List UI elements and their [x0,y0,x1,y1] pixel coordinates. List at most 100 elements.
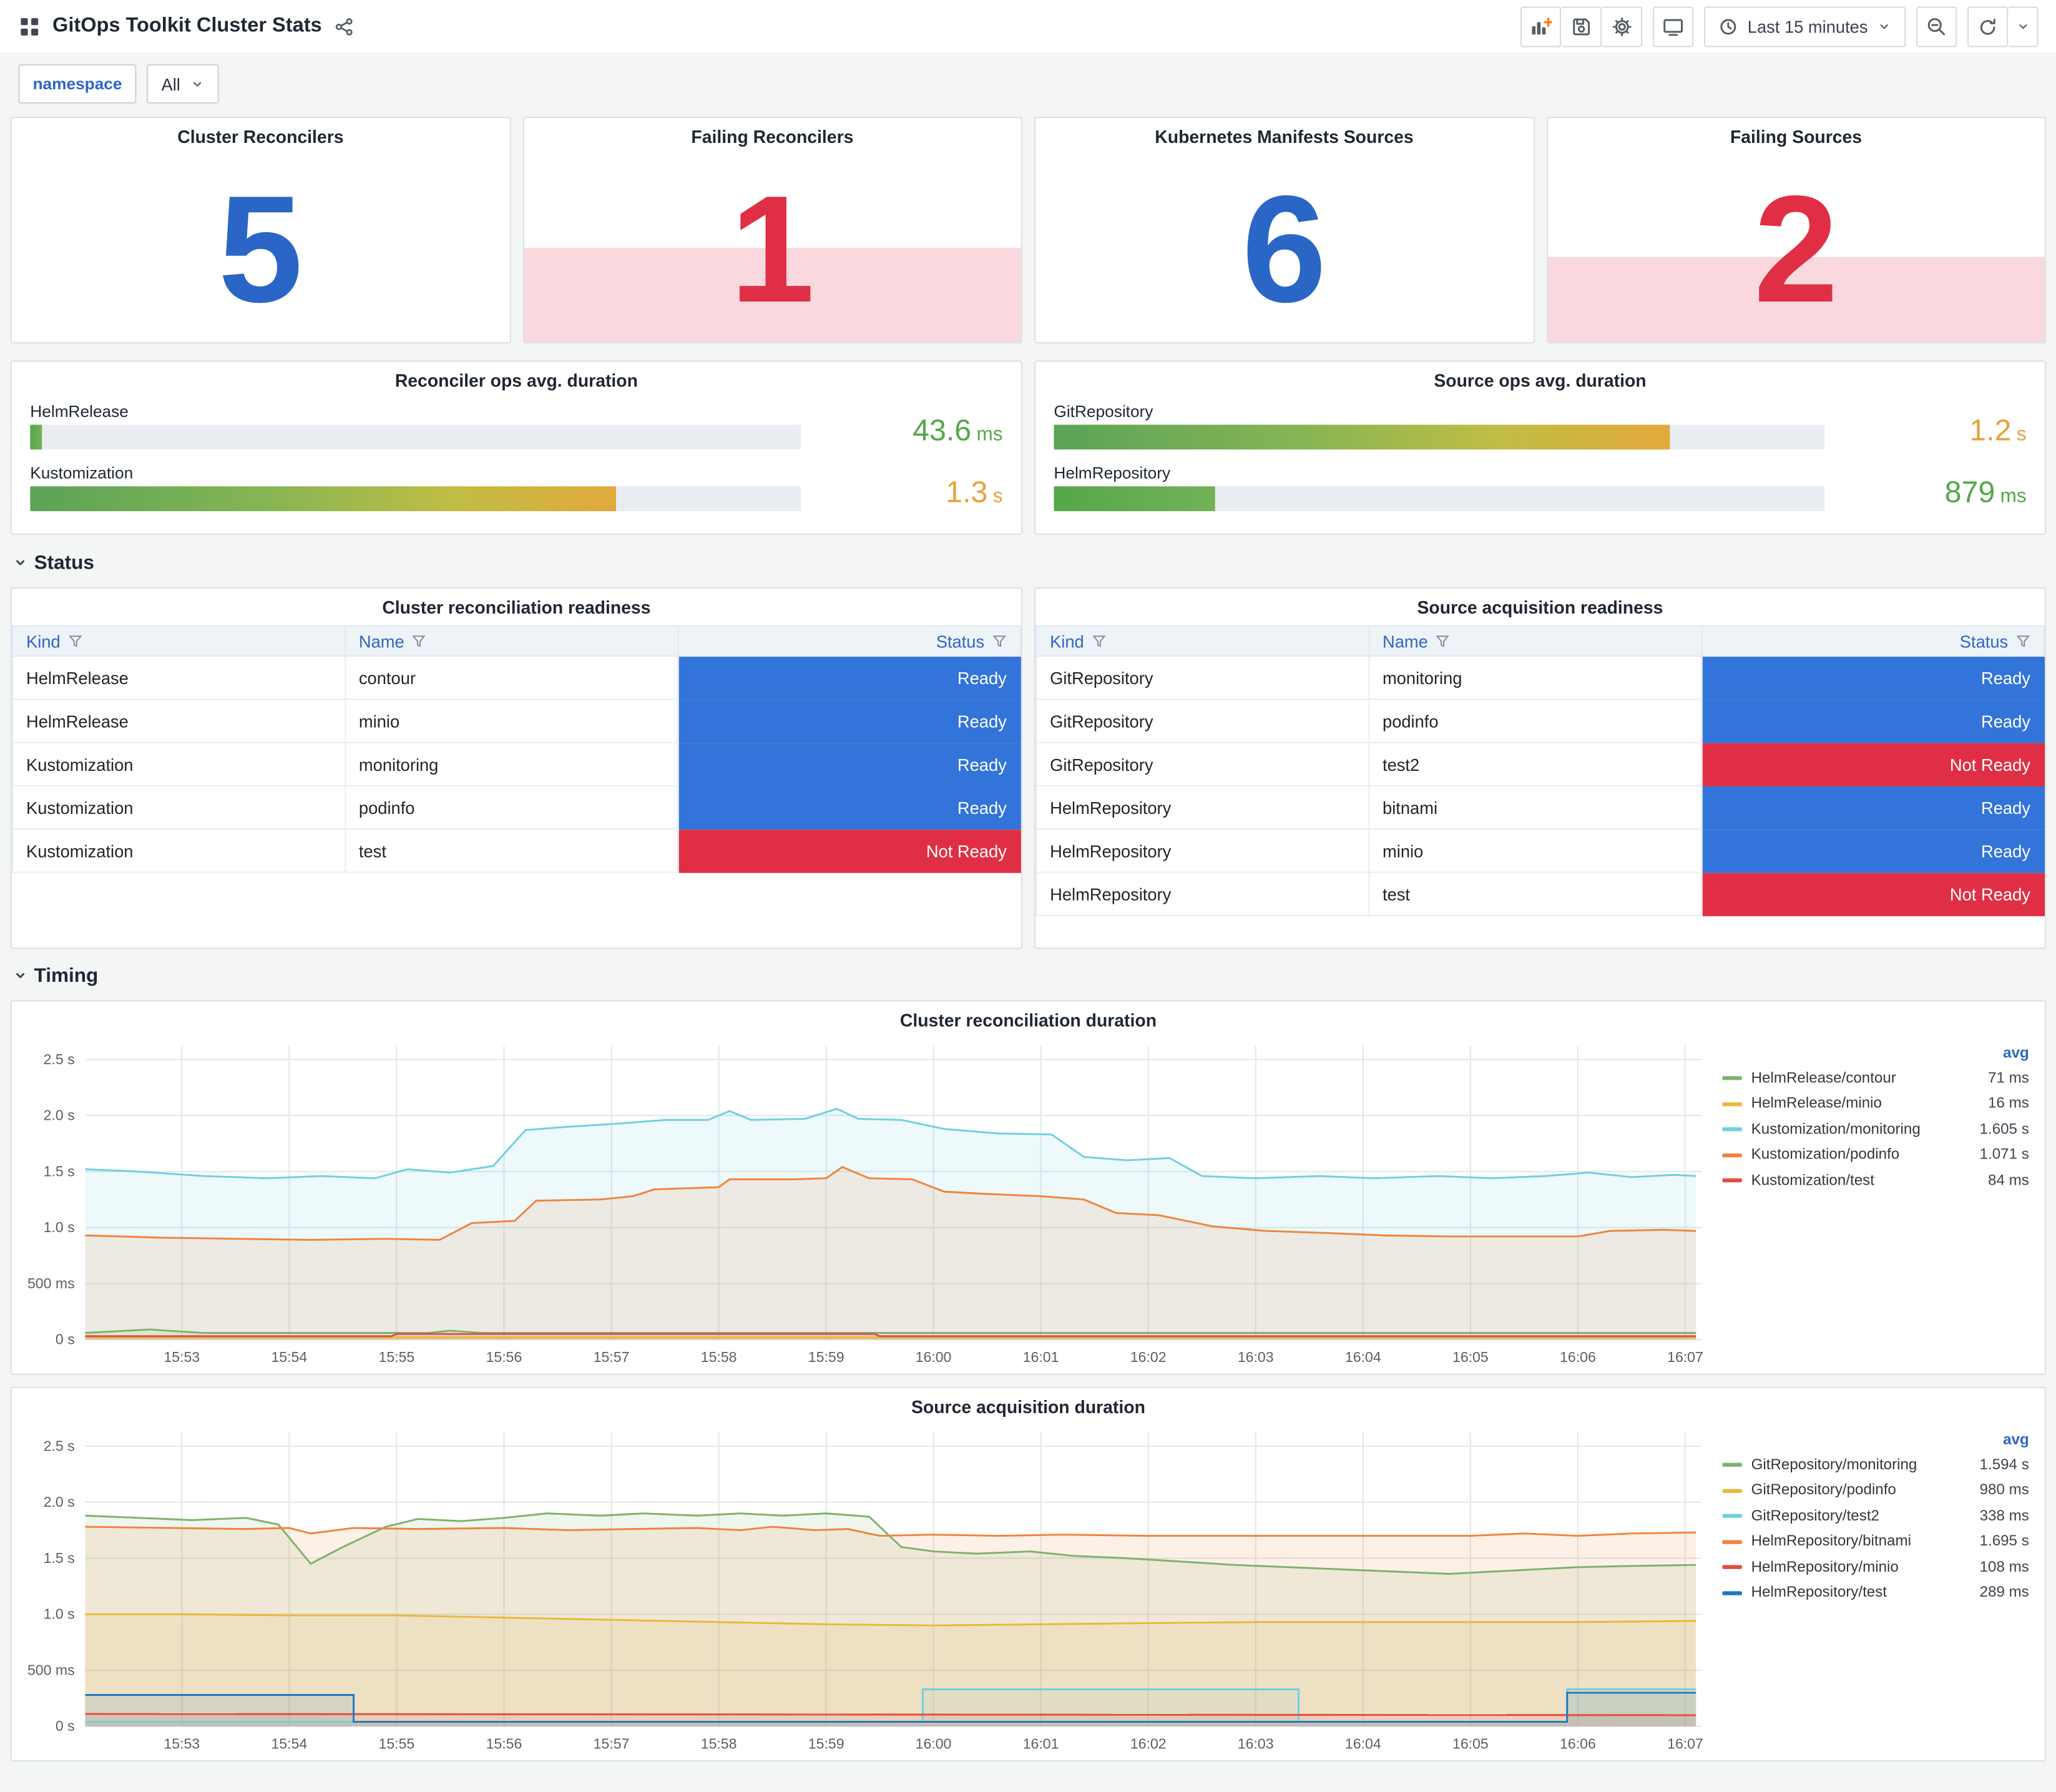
gauge-label: Kustomization [30,464,134,482]
svg-text:15:56: 15:56 [486,1735,522,1751]
dashboard-grid-icon[interactable] [18,15,41,37]
series-avg-value: 1.071 s [1979,1147,2029,1163]
column-header-status[interactable]: Status [1700,625,2045,657]
panel-title[interactable]: Source acquisition readiness [1035,589,2045,625]
legend-item[interactable]: HelmRelease/contour 71 ms [1722,1065,2029,1091]
save-dashboard-button[interactable] [1561,6,1602,47]
plot-area[interactable]: 0 s 500 ms 1.0 s 1.5 s 2.0 s 2.5 s 15:53 15:54 1… [19,1038,1709,1368]
panel-title[interactable]: Kubernetes Manifests Sources [1035,118,1533,155]
panel-title[interactable]: Source acquisition duration [12,1388,2045,1425]
status-badge: Ready [1701,656,2044,700]
share-icon[interactable] [334,16,354,36]
cell-kind: GitRepository [1035,655,1370,700]
table-row: GitRepository monitoring Ready [1035,655,2044,700]
stats-row: Cluster Reconcilers 5 Failing Reconciler… [10,116,2047,344]
panel-title[interactable]: Cluster reconciliation duration [12,1001,2045,1038]
cycle-view-mode-button[interactable] [1653,6,1694,47]
filter-icon[interactable] [412,634,426,648]
gauge-value: 879 ms [1944,474,2027,509]
series-avg-value: 289 ms [1979,1585,2029,1601]
status-badge: Ready [1701,699,2044,743]
chevron-down-icon [1880,24,1888,29]
legend-item[interactable]: Kustomization/test 84 ms [1722,1168,2029,1193]
filter-icon[interactable] [2016,634,2030,648]
column-header-kind[interactable]: Kind [1035,625,1370,657]
series-avg-value: 338 ms [1979,1508,2029,1524]
cell-kind: HelmRepository [1035,871,1370,916]
refresh-button[interactable] [1967,6,2009,47]
refresh-interval-dropdown[interactable] [2008,6,2039,47]
plot-area[interactable]: 0 s 500 ms 1.0 s 1.5 s 2.0 s 2.5 s 15:53 15:54 1… [19,1425,1709,1755]
cell-kind: GitRepository [1035,698,1370,743]
table-row: GitRepository test2 Not Ready [1035,742,2044,786]
svg-text:16:05: 16:05 [1452,1349,1489,1365]
legend-item[interactable]: GitRepository/podinfo 980 ms [1722,1478,2029,1504]
column-header-kind[interactable]: Kind [11,625,346,657]
legend-item[interactable]: Kustomization/podinfo 1.071 s [1722,1142,2029,1168]
panel-title[interactable]: Failing Reconcilers [524,118,1021,155]
stat-panel-cluster-reconcilers: Cluster Reconcilers 5 [10,116,511,344]
panel-title[interactable]: Failing Sources [1547,118,2045,155]
filter-icon[interactable] [992,634,1007,648]
legend-item[interactable]: HelmRelease/minio 16 ms [1722,1091,2029,1117]
series-name: HelmRepository/minio [1751,1559,1899,1575]
legend-item[interactable]: HelmRepository/minio 108 ms [1722,1555,2029,1580]
row-toggle-status[interactable]: Status [13,552,2044,574]
legend-sort-avg[interactable]: avg [1722,1432,2029,1448]
legend-item[interactable]: HelmRepository/bitnami 1.695 s [1722,1529,2029,1555]
tables-row: Cluster reconciliation readiness Kind Na… [10,587,2047,949]
table-panel-cluster-reconciliation-readiness: Cluster reconciliation readiness Kind Na… [10,587,1022,949]
stat-panel-failing-reconcilers: Failing Reconcilers 1 [522,116,1022,344]
variable-value-dropdown[interactable]: All [147,64,218,104]
svg-text:16:01: 16:01 [1023,1349,1059,1365]
status-badge: Not Ready [1701,742,2044,786]
cell-name: monitoring [1368,655,1702,700]
variable-label-namespace[interactable]: namespace [18,64,137,104]
dashboard-settings-button[interactable] [1602,6,1643,47]
legend-item[interactable]: Kustomization/monitoring 1.605 s [1722,1117,2029,1142]
svg-text:16:07: 16:07 [1667,1735,1703,1751]
series-color-dash [1722,1463,1742,1467]
legend-item[interactable]: GitRepository/test2 338 ms [1722,1504,2029,1529]
column-header-name[interactable]: Name [1368,625,1702,657]
svg-text:16:00: 16:00 [916,1349,952,1365]
filter-icon[interactable] [1092,634,1106,648]
add-panel-button[interactable] [1520,6,1562,47]
legend-item[interactable]: GitRepository/monitoring 1.594 s [1722,1452,2029,1478]
column-header-status[interactable]: Status [677,625,1021,657]
series-color-dash [1722,1539,1742,1544]
series-name: HelmRepository/bitnami [1751,1534,1911,1550]
panel-title[interactable]: Reconciler ops avg. duration [12,362,1021,399]
gauge-row-gitrepository: GitRepository 1.2 s [1054,403,2027,450]
legend-sort-avg[interactable]: avg [1722,1046,2029,1062]
cell-kind: Kustomization [11,828,346,873]
svg-text:1.5 s: 1.5 s [44,1163,75,1179]
time-range-picker[interactable]: Last 15 minutes [1704,6,1906,47]
table-row: Kustomization test Not Ready [11,828,1021,873]
svg-text:16:04: 16:04 [1345,1349,1381,1365]
svg-text:15:55: 15:55 [379,1349,415,1365]
filter-icon[interactable] [1436,634,1450,648]
table-row: HelmRelease contour Ready [11,655,1021,700]
table-row: Kustomization monitoring Ready [11,742,1021,786]
legend-item[interactable]: HelmRepository/test 289 ms [1722,1580,2029,1606]
panel-title[interactable]: Source ops avg. duration [1035,362,2045,399]
cell-kind: HelmRelease [11,698,346,743]
series-color-dash [1722,1153,1742,1157]
gauge-value: 1.3 s [946,474,1003,509]
svg-text:15:59: 15:59 [808,1735,844,1751]
cell-name: test [1368,871,1702,916]
panel-title[interactable]: Cluster reconciliation readiness [12,589,1021,625]
filter-icon[interactable] [68,634,82,648]
series-name: Kustomization/podinfo [1751,1147,1900,1163]
gauge-track [30,486,801,511]
stat-panel-failing-sources: Failing Sources 2 [1545,116,2047,344]
cell-kind: HelmRepository [1035,785,1370,830]
column-header-name[interactable]: Name [344,625,678,657]
row-toggle-timing[interactable]: Timing [13,965,2044,987]
zoom-out-time-button[interactable] [1916,6,1957,47]
gauge-label: HelmRelease [30,402,129,421]
series-color-dash [1722,1102,1742,1106]
timeseries-panel-cluster-reconciliation-duration: Cluster reconciliation duration 0 s 500 m… [10,1000,2047,1375]
panel-title[interactable]: Cluster Reconcilers [12,118,509,155]
